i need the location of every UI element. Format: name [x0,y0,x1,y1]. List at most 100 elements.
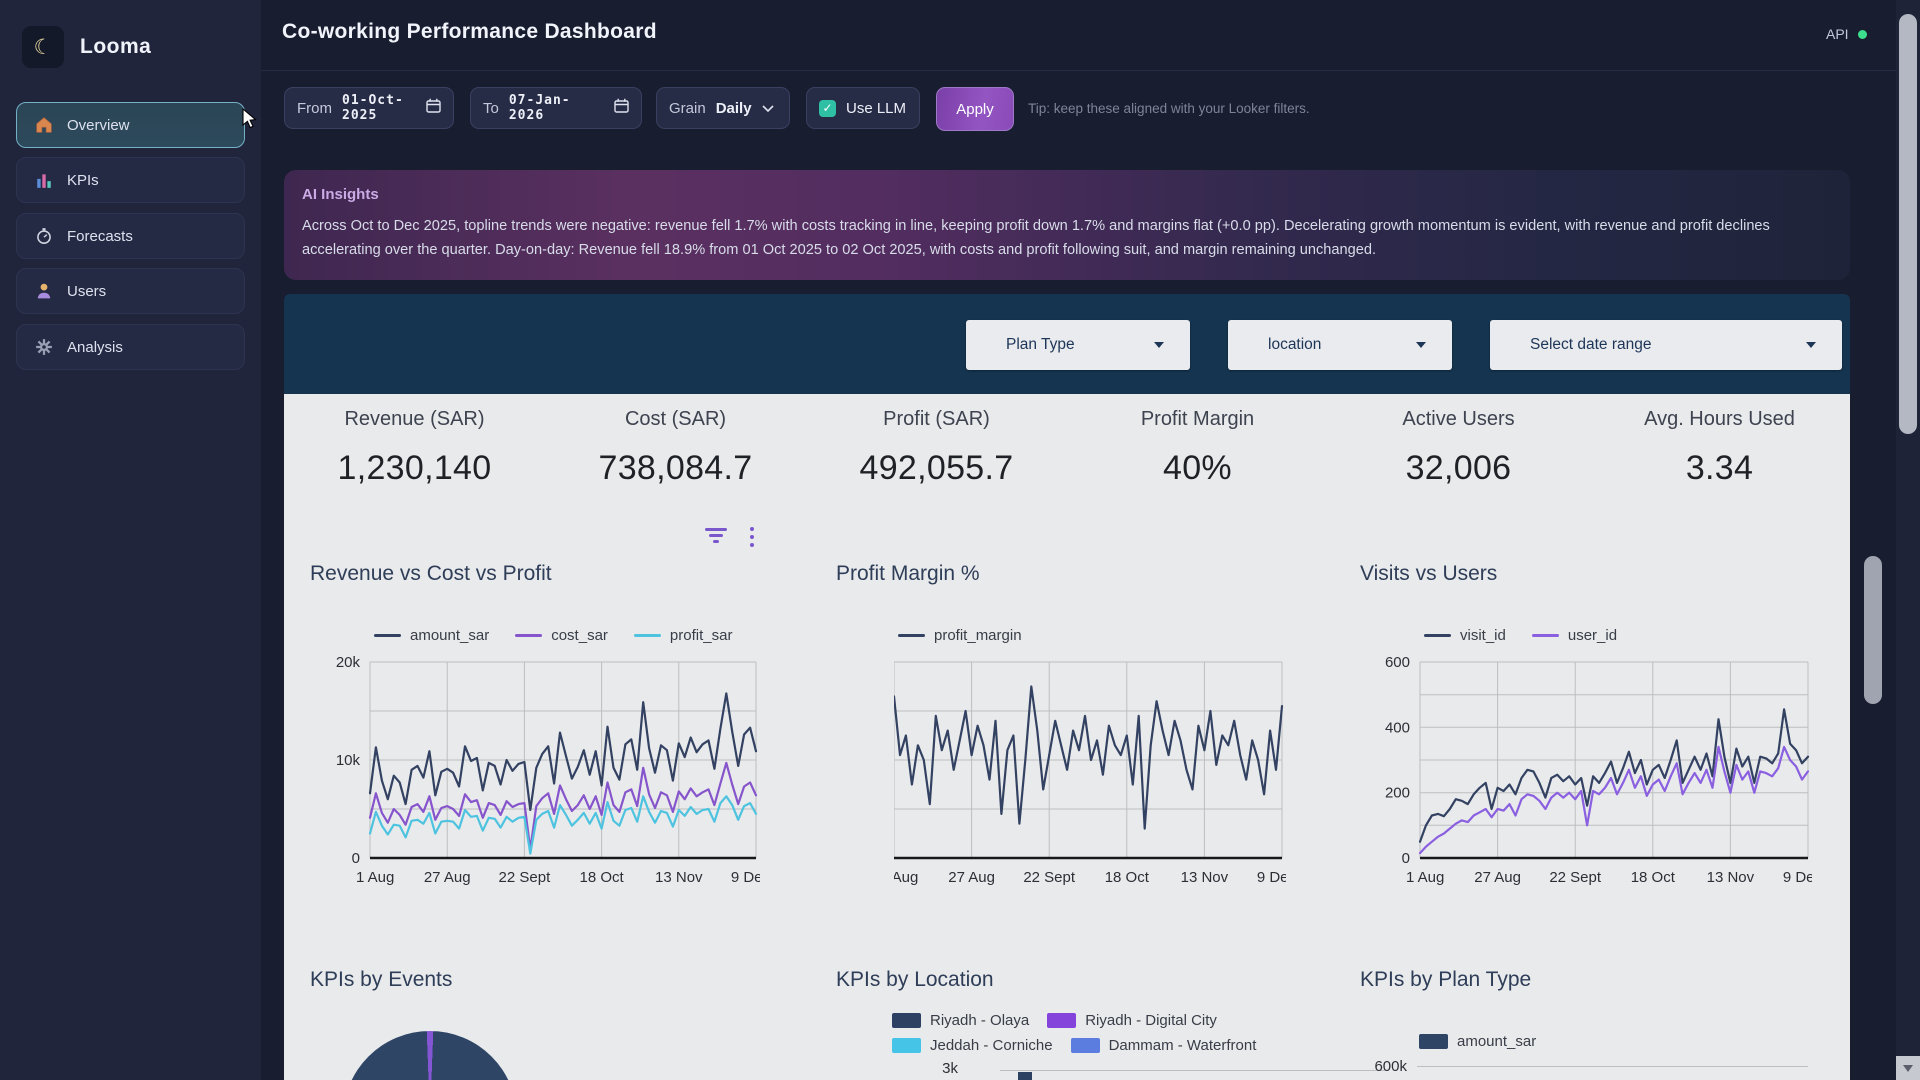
sidebar-item-forecasts[interactable]: Forecasts [16,213,245,259]
bar-chart-icon [35,171,53,189]
use-llm-toggle[interactable]: ✓ Use LLM [806,87,920,129]
chart-title-margin: Profit Margin % [836,562,980,586]
date-range-dropdown[interactable]: Select date range [1490,320,1842,370]
grain-select[interactable]: Grain Daily [656,87,790,129]
kpi-cost: Cost (SAR)738,084.7 [545,408,806,488]
svg-text:9 Dec: 9 Dec [1783,869,1812,886]
plan-axis-tick: 600k [1355,1058,1407,1075]
dropdown-label: Plan Type [1006,336,1075,354]
svg-text:0: 0 [352,850,360,867]
legend-item: user_id [1532,627,1617,644]
series-label: Riyadh - Olaya [930,1012,1029,1029]
svg-text:18 Oct: 18 Oct [1631,869,1676,886]
svg-text:9 Dec: 9 Dec [731,869,760,886]
chevron-down-icon [762,99,774,117]
plan-gridline [1417,1066,1808,1067]
header-divider [261,70,1920,71]
series-swatch [898,634,925,638]
svg-text:400: 400 [1385,719,1410,736]
checkbox-checked-icon[interactable]: ✓ [819,100,836,117]
series-label: visit_id [1460,627,1506,644]
kpi-value: 738,084.7 [545,449,806,488]
person-icon [35,282,53,300]
grain-label: Grain [669,100,706,117]
grain-value: Daily [716,100,752,117]
svg-text:600: 600 [1385,656,1410,671]
chart-title-location: KPIs by Location [836,968,994,992]
from-date-field[interactable]: From 01-Oct-2025 [284,87,454,129]
svg-text:18 Oct: 18 Oct [1105,869,1150,886]
ai-insights-body: Across Oct to Dec 2025, topline trends w… [302,214,1826,262]
sidebar-item-users[interactable]: Users [16,268,245,314]
legend-revenue-chart: amount_sar cost_sar profit_sar [374,627,732,644]
svg-text:0: 0 [1402,850,1410,867]
sidebar-item-label: Analysis [67,339,123,356]
chart-title-plan-type: KPIs by Plan Type [1360,968,1531,992]
series-swatch [374,634,401,638]
svg-text:9 Dec: 9 Dec [1257,869,1286,886]
kpi-value: 32,006 [1328,449,1589,488]
brand-name: Looma [80,35,151,59]
kpi-label: Profit (SAR) [806,408,1067,431]
ai-insights-panel: AI Insights Across Oct to Dec 2025, topl… [284,170,1850,280]
dropdown-label: location [1268,336,1321,354]
svg-text:1 Aug: 1 Aug [356,869,394,886]
kpi-profit: Profit (SAR)492,055.7 [806,408,1067,488]
series-label: Dammam - Waterfront [1109,1037,1257,1054]
svg-text:27 Aug: 27 Aug [948,869,995,886]
scrollbar-thumb[interactable] [1899,14,1917,434]
svg-text:13 Nov: 13 Nov [1707,869,1755,886]
to-date-field[interactable]: To 07-Jan-2026 [470,87,642,129]
chart-title-revenue: Revenue vs Cost vs Profit [310,562,552,586]
legend-location-row1: Riyadh - Olaya Riyadh - Digital City [892,1012,1217,1029]
legend-item: profit_margin [898,627,1022,644]
sidebar-item-overview[interactable]: Overview [16,102,245,148]
series-swatch [1419,1034,1448,1049]
legend-item: Dammam - Waterfront [1071,1037,1257,1054]
from-label: From [297,100,332,117]
legend-margin-chart: profit_margin [898,627,1022,644]
dropdown-arrow-icon [1806,342,1816,348]
svg-text:13 Nov: 13 Nov [1181,869,1229,886]
series-label: Riyadh - Digital City [1085,1012,1217,1029]
scrollbar-down-button[interactable] [1896,1056,1920,1080]
svg-text:22 Sept: 22 Sept [1023,869,1076,886]
series-label: amount_sar [410,627,489,644]
filter-tip: Tip: keep these aligned with your Looker… [1028,87,1310,129]
series-swatch [515,634,542,638]
api-status: API [1826,26,1867,42]
svg-text:20k: 20k [336,656,361,671]
apply-button[interactable]: Apply [936,87,1014,131]
kpi-label: Revenue (SAR) [284,408,545,431]
api-status-dot [1858,30,1867,39]
location-bar [1018,1072,1032,1080]
svg-text:13 Nov: 13 Nov [655,869,703,886]
filter-icon[interactable] [704,528,728,546]
calendar-icon[interactable] [614,98,629,118]
legend-plan-type: amount_sar [1419,1033,1536,1050]
sidebar-item-label: Forecasts [67,228,133,245]
mouse-cursor [242,108,262,130]
legend-item: profit_sar [634,627,733,644]
calendar-icon[interactable] [426,98,441,118]
sidebar-item-kpis[interactable]: KPIs [16,157,245,203]
kebab-menu-icon[interactable] [750,527,754,551]
api-label: API [1826,26,1849,42]
legend-item: Riyadh - Olaya [892,1012,1029,1029]
plan-type-dropdown[interactable]: Plan Type [966,320,1190,370]
series-label: user_id [1568,627,1617,644]
location-dropdown[interactable]: location [1228,320,1452,370]
chart-title-visits: Visits vs Users [1360,562,1497,586]
series-label: cost_sar [551,627,608,644]
dropdown-arrow-icon [1154,342,1164,348]
embed-scrollbar-thumb[interactable] [1864,556,1882,704]
svg-text:10k: 10k [336,752,361,769]
kpi-label: Avg. Hours Used [1589,408,1850,431]
sidebar-item-analysis[interactable]: Analysis [16,324,245,370]
kpi-profit-margin: Profit Margin40% [1067,408,1328,488]
app-root: ☾ Looma Overview KPIs Forecasts Users [0,0,1920,1080]
brand: ☾ Looma [22,26,151,68]
sidebar-item-label: Overview [67,117,130,134]
kpi-value: 40% [1067,449,1328,488]
arrow-down-icon [1903,1065,1913,1072]
